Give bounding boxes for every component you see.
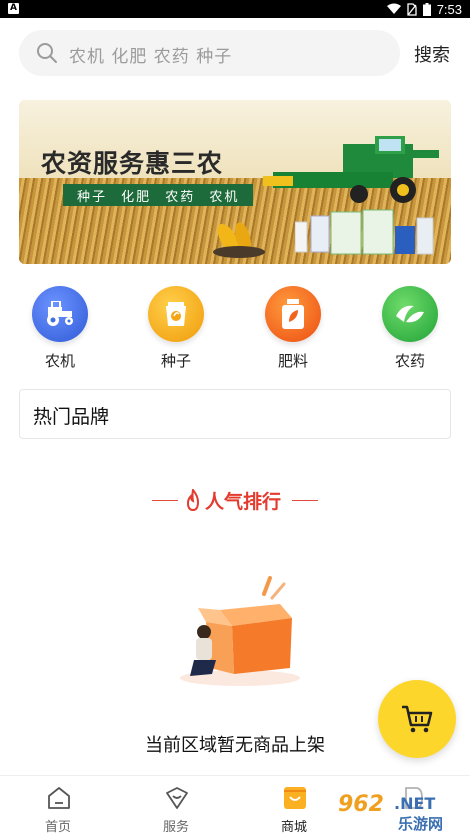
wifi-icon: [386, 3, 401, 14]
search-placeholder: 农机 化肥 农药 种子: [69, 47, 233, 67]
search-row: 农机 化肥 农药 种子 搜索: [19, 30, 459, 76]
home-icon: [48, 787, 70, 809]
status-time: 7:53: [436, 1, 462, 17]
hot-brands-title: 热门品牌: [33, 406, 110, 428]
category-label: 农机: [44, 352, 75, 370]
svg-text:962: 962: [338, 792, 384, 817]
service-icon: [166, 787, 188, 809]
svg-text:.NET: .NET: [394, 794, 435, 813]
watermark-logo: 962 .NET 乐游网: [332, 787, 466, 835]
status-bar: A 7:53: [0, 0, 470, 18]
category-pesticide[interactable]: 农药: [370, 284, 450, 374]
search-button[interactable]: 搜索: [414, 41, 450, 67]
hot-brands-section[interactable]: 热门品牌: [19, 389, 451, 439]
battery-icon: [422, 2, 431, 16]
search-icon: [37, 43, 57, 63]
ranking-header: 人气排行: [0, 486, 470, 514]
flame-icon: [186, 489, 200, 511]
tractor-icon: [32, 286, 88, 342]
notification-icon: A: [8, 3, 19, 14]
nav-label: 服务: [162, 820, 189, 835]
empty-box-illustration: [180, 576, 300, 686]
svg-text:乐游网: 乐游网: [398, 815, 443, 833]
nav-home[interactable]: 首页: [18, 782, 98, 836]
nav-mall[interactable]: 商城: [254, 782, 334, 836]
category-fertilizer[interactable]: 肥料: [253, 284, 333, 374]
cart-button[interactable]: [378, 680, 456, 758]
nav-label: 商城: [280, 820, 307, 835]
pesticide-icon: [382, 286, 438, 342]
banner-subtitle: 种子 化肥 农药 农机: [63, 184, 254, 206]
nav-service[interactable]: 服务: [136, 782, 216, 836]
category-tractor[interactable]: 农机: [20, 284, 100, 374]
search-input[interactable]: 农机 化肥 农药 种子: [19, 30, 400, 76]
category-label: 种子: [160, 352, 191, 370]
agri-products-image: [295, 209, 434, 255]
cart-icon: [402, 705, 433, 733]
ranking-divider-right: [292, 500, 318, 501]
seed-icon: [148, 286, 204, 342]
category-grid: 农机 种子 肥料 农药: [0, 284, 470, 374]
category-label: 农药: [394, 352, 425, 370]
corn-seeds-image: [213, 222, 265, 258]
status-indicators: 7:53: [386, 1, 462, 17]
banner-title: 农资服务惠三农: [41, 149, 224, 178]
ranking-divider-left: [152, 500, 178, 501]
category-label: 肥料: [277, 352, 308, 370]
category-seed[interactable]: 种子: [136, 284, 216, 374]
nav-label: 首页: [44, 820, 71, 835]
fertilizer-icon: [265, 286, 321, 342]
harvester-image: [263, 136, 439, 203]
promo-banner[interactable]: 农资服务惠三农 种子 化肥 农药 农机: [19, 100, 451, 264]
ranking-title: 人气排行: [205, 491, 282, 513]
no-sim-icon: [407, 2, 417, 16]
mall-icon: [284, 787, 306, 809]
